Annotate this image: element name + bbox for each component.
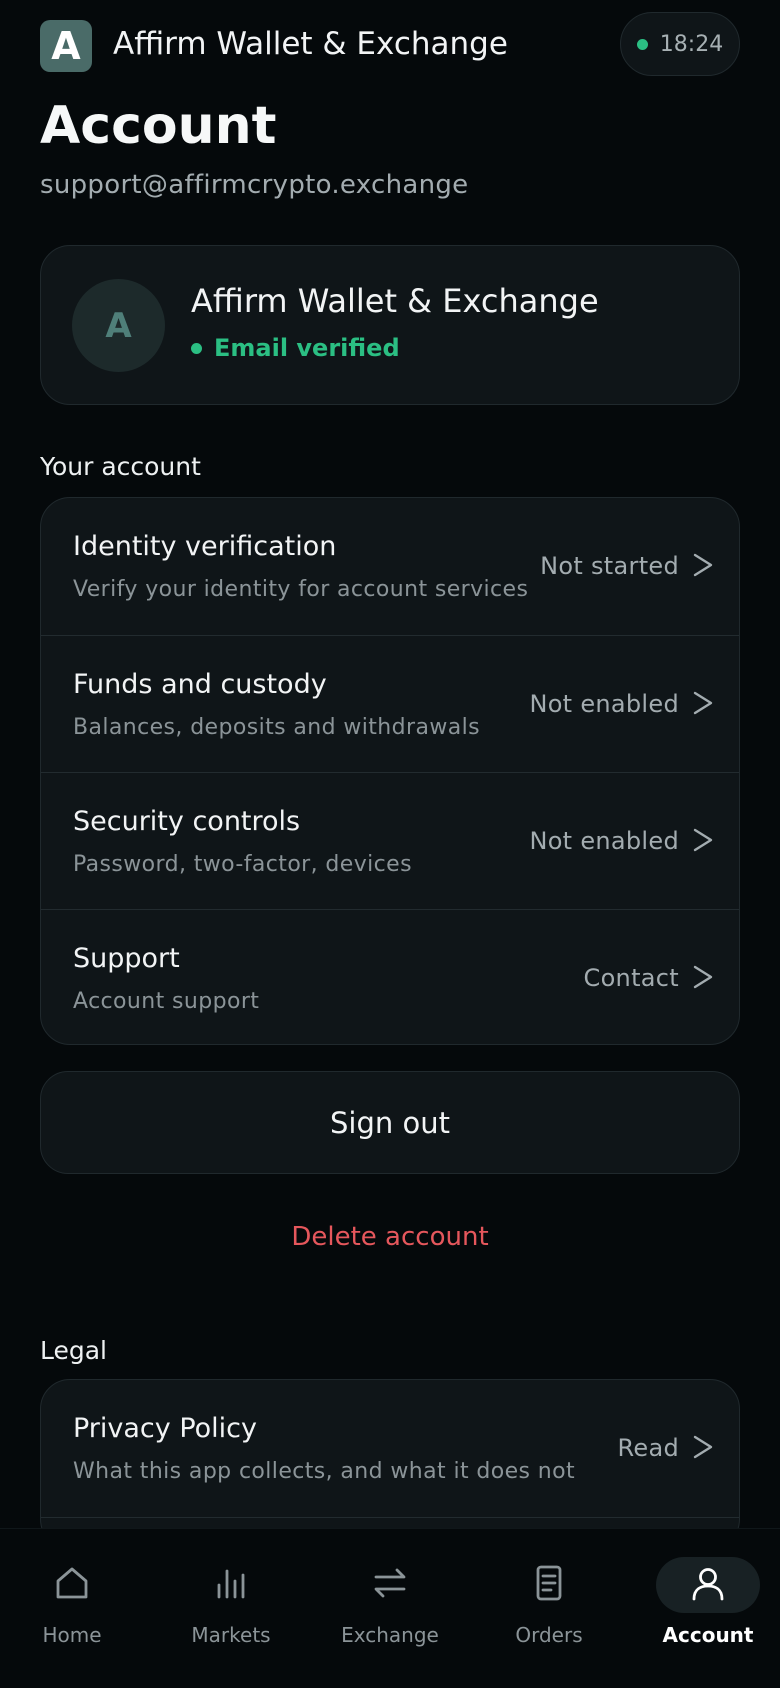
online-status-dot xyxy=(636,38,648,50)
profile-name: Affirm Wallet & Exchange xyxy=(191,282,599,320)
nav-tab-orders[interactable]: Orders xyxy=(489,1551,609,1661)
delete-account-button[interactable]: Delete account xyxy=(0,1222,780,1252)
chevron-right-icon xyxy=(693,828,713,852)
legal-list: Privacy Policy What this app collects, a… xyxy=(40,1379,740,1528)
home-icon xyxy=(56,1567,88,1599)
your-account-list: Identity verification Verify your identi… xyxy=(40,497,740,1045)
verified-text: Email verified xyxy=(214,334,400,362)
section-label-legal: Legal xyxy=(40,1336,108,1365)
nav-label: Orders xyxy=(515,1623,583,1647)
list-item-support[interactable]: Support Account support Contact xyxy=(41,909,739,1044)
list-item-identity-verification[interactable]: Identity verification Verify your identi… xyxy=(41,498,739,635)
account-scroll-area[interactable]: A Affirm Wallet & Exchange 18:24 Account… xyxy=(0,0,780,1528)
nav-label: Exchange xyxy=(341,1623,439,1647)
list-item-subtitle: Balances, deposits and withdrawals xyxy=(73,715,480,740)
list-item-status: Read xyxy=(617,1434,679,1462)
list-item-funds-and-custody[interactable]: Funds and custody Balances, deposits and… xyxy=(41,635,739,772)
list-item-title: Support xyxy=(73,943,180,974)
app-title: Affirm Wallet & Exchange xyxy=(113,26,508,62)
nav-label: Markets xyxy=(191,1623,271,1647)
chevron-right-icon xyxy=(693,965,713,989)
clock-time: 18:24 xyxy=(659,31,724,57)
document-icon xyxy=(536,1565,562,1601)
list-item-subtitle: Verify your identity for account service… xyxy=(73,577,529,602)
swap-arrows-icon xyxy=(374,1568,406,1598)
list-item-security-controls[interactable]: Security controls Password, two-factor, … xyxy=(41,772,739,909)
chevron-right-icon xyxy=(693,1435,713,1459)
page-title: Account xyxy=(40,96,277,156)
list-item-title: Security controls xyxy=(73,806,301,837)
list-item-subtitle: Account support xyxy=(73,989,260,1014)
list-item-subtitle: Password, two-factor, devices xyxy=(73,852,412,877)
verified-dot-icon xyxy=(191,342,202,354)
profile-card: A Affirm Wallet & Exchange Email verifie… xyxy=(40,245,740,405)
list-item-next-partial[interactable] xyxy=(41,1517,739,1528)
verified-badge: Email verified xyxy=(191,334,400,362)
bar-chart-icon xyxy=(217,1569,245,1599)
list-item-status: Contact xyxy=(583,964,679,992)
list-item-privacy-policy[interactable]: Privacy Policy What this app collects, a… xyxy=(41,1380,739,1517)
list-item-status: Not enabled xyxy=(529,690,679,718)
account-email: support@affirmcrypto.exchange xyxy=(40,170,469,200)
list-item-title: Privacy Policy xyxy=(73,1413,258,1444)
list-item-status: Not started xyxy=(540,552,679,580)
top-bar: A Affirm Wallet & Exchange 18:24 xyxy=(40,12,740,78)
chevron-right-icon xyxy=(693,553,713,577)
nav-tab-home[interactable]: Home xyxy=(12,1551,132,1661)
nav-tab-markets[interactable]: Markets xyxy=(171,1551,291,1661)
chevron-right-icon xyxy=(693,691,713,715)
nav-label: Account xyxy=(662,1623,754,1647)
list-item-title: Funds and custody xyxy=(73,669,327,700)
section-label-your-account: Your account xyxy=(40,452,201,481)
app-logo: A xyxy=(40,20,92,72)
sign-out-button[interactable]: Sign out xyxy=(40,1071,740,1174)
list-item-title: Identity verification xyxy=(73,531,337,562)
avatar: A xyxy=(72,279,165,372)
user-icon xyxy=(692,1568,724,1601)
list-item-status: Not enabled xyxy=(529,827,679,855)
nav-tab-exchange[interactable]: Exchange xyxy=(330,1551,450,1661)
nav-tab-account[interactable]: Account xyxy=(648,1551,768,1661)
nav-label: Home xyxy=(42,1623,102,1647)
status-pill: 18:24 xyxy=(620,12,740,76)
list-item-subtitle: What this app collects, and what it does… xyxy=(73,1459,576,1484)
bottom-nav: Home Markets Exchange Orders Account xyxy=(0,1528,780,1688)
